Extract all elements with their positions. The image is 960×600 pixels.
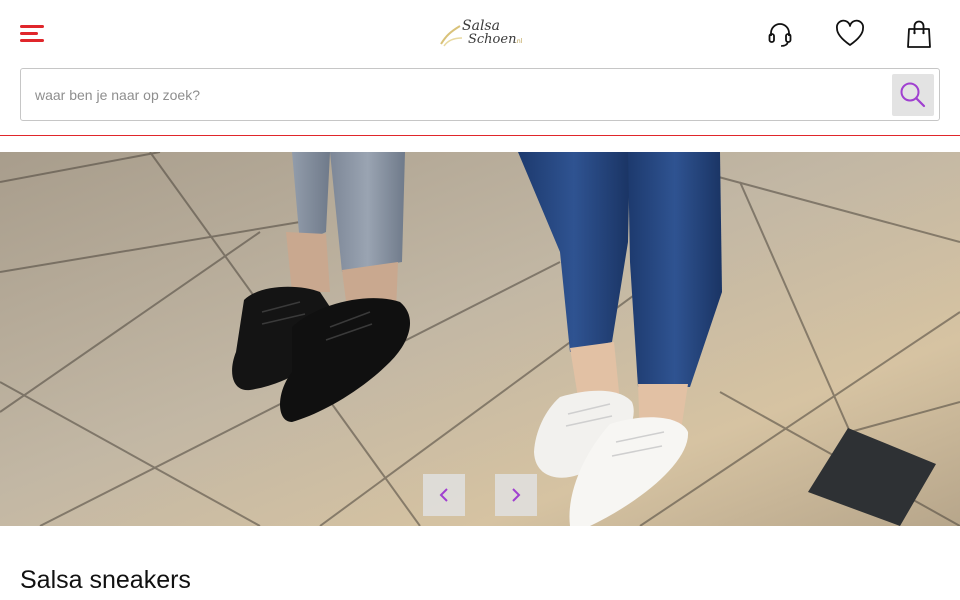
headset-icon[interactable] xyxy=(764,18,796,50)
search-icon xyxy=(900,82,926,108)
header-divider xyxy=(0,135,960,136)
logo-text-suffix: .nl xyxy=(515,38,523,45)
search-input[interactable] xyxy=(35,83,875,107)
chevron-left-icon xyxy=(439,488,448,502)
menu-icon[interactable] xyxy=(18,22,48,48)
logo-text-line2: Schoen xyxy=(468,32,517,47)
slider-next-button[interactable] xyxy=(495,474,537,516)
heart-icon[interactable] xyxy=(834,18,866,50)
hero-banner xyxy=(0,152,960,526)
logo-swirl-icon xyxy=(440,25,463,47)
shopping-bag-icon[interactable] xyxy=(903,18,935,50)
search-button[interactable] xyxy=(892,74,934,116)
site-header: Salsa Schoen .nl xyxy=(0,0,960,68)
search-bar xyxy=(20,68,940,121)
chevron-right-icon xyxy=(512,488,521,502)
slider-prev-button[interactable] xyxy=(423,474,465,516)
hero-image xyxy=(0,152,960,526)
page-title: Salsa sneakers xyxy=(20,566,191,594)
site-logo[interactable]: Salsa Schoen .nl xyxy=(436,16,526,52)
